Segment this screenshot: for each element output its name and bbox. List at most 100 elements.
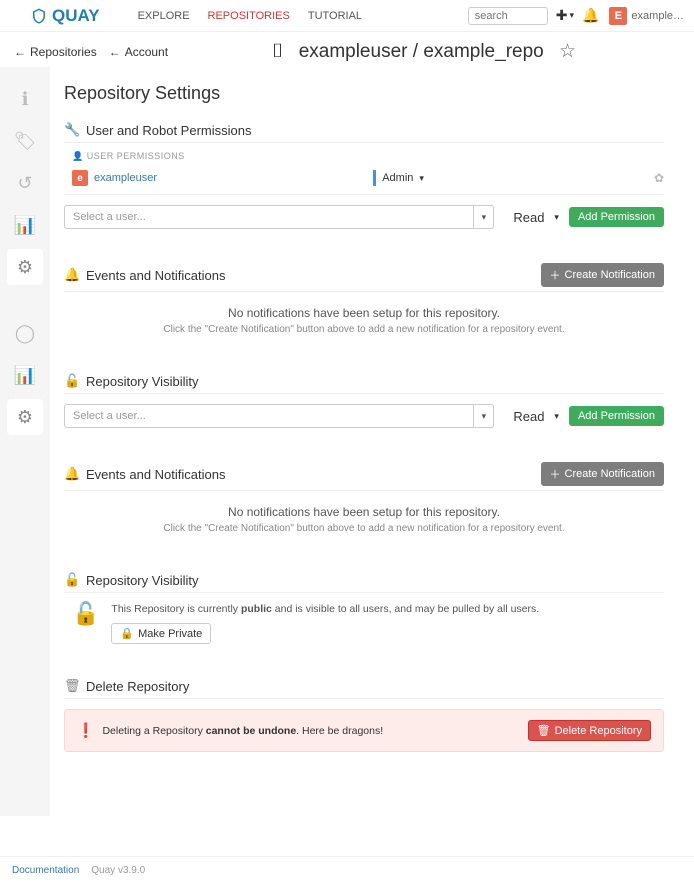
bell-icon: 🔔 — [64, 466, 78, 482]
visibility-section-2: 🔓 Repository Visibility 🔓 This Repositor… — [64, 572, 664, 644]
arrow-left-icon: ← — [14, 45, 26, 59]
lock-open-icon: 🔓 — [64, 373, 78, 389]
brand[interactable]: QUAY — [30, 6, 100, 26]
user-avatar-small: e — [72, 170, 88, 186]
footer: Documentation Quay v3.9.0 — [0, 856, 694, 884]
new-role-dropdown[interactable]: Read ▾ — [504, 408, 559, 424]
events-section: 🔔 Events and Notifications ＋ Create Noti… — [64, 263, 664, 339]
quay-logo-icon — [30, 7, 48, 25]
repo-name-link[interactable]: example_repo — [423, 41, 543, 62]
make-private-label: Make Private — [138, 628, 202, 640]
footer-version: Quay v3.9.0 — [91, 865, 145, 876]
select-user-input[interactable]: Select a user... — [64, 404, 474, 428]
sidebar-settings-icon[interactable]: ⚙ — [7, 249, 43, 285]
permission-row: e exampleuser Admin ▾ ✿ — [64, 166, 664, 195]
user-avatar[interactable]: E — [609, 7, 627, 25]
chevron-down-icon: ▾ — [554, 212, 559, 223]
chevron-down-icon: ▾ — [419, 173, 424, 184]
create-notification-label: Create Notification — [565, 269, 656, 281]
plus-icon: ＋ — [550, 267, 561, 283]
permissions-heading: User and Robot Permissions — [86, 123, 251, 138]
back-repositories-label: Repositories — [30, 45, 97, 59]
nav-repositories[interactable]: REPOSITORIES — [208, 10, 290, 22]
star-icon[interactable]: ☆ — [559, 41, 576, 62]
select-user-input[interactable]: Select a user... — [64, 205, 474, 229]
visibility-text: This Repository is currently public and … — [111, 603, 539, 615]
permission-user[interactable]: e exampleuser — [72, 170, 157, 186]
repo-owner-link[interactable]: exampleuser — [299, 41, 408, 62]
select-user-caret[interactable]: ▾ — [474, 404, 494, 428]
visibility-heading: Repository Visibility — [86, 374, 198, 389]
footer-documentation[interactable]: Documentation — [12, 865, 79, 876]
make-private-button[interactable]: 🔒 Make Private — [111, 623, 211, 644]
layout: ℹ 🏷 ↺ 📊 ⚙ ◯ 📊 ⚙ Repository Settings 🔧 Us… — [0, 67, 694, 816]
empty-subtitle: Click the "Create Notification" button a… — [64, 523, 664, 534]
add-permission-button[interactable]: Add Permission — [569, 207, 664, 227]
visibility-heading: Repository Visibility — [86, 573, 198, 588]
user-permissions-label: 👤USER PERMISSIONS — [64, 143, 664, 166]
new-role-value: Read — [513, 409, 544, 424]
back-account[interactable]: ← Account — [109, 45, 168, 59]
delete-repository-button[interactable]: 🗑 Delete Repository — [528, 720, 651, 741]
delete-section: 🗑 Delete Repository ❗ Deleting a Reposit… — [64, 678, 664, 752]
create-icon[interactable]: ✚ — [556, 7, 568, 24]
back-account-label: Account — [125, 45, 168, 59]
visibility-add-row: Select a user... ▾ Read ▾ Add Permission — [64, 394, 664, 428]
empty-title: No notifications have been setup for thi… — [64, 306, 664, 320]
user-menu[interactable]: example… — [631, 10, 684, 22]
back-repositories[interactable]: ← Repositories — [14, 45, 97, 59]
repo-title: ⌷ exampleuser / example_repo ☆ — [168, 40, 680, 63]
lock-icon: 🔒 — [120, 627, 134, 640]
delete-heading: Delete Repository — [86, 679, 189, 694]
notifications-empty: No notifications have been setup for thi… — [64, 292, 664, 339]
warning-icon: ❗ — [77, 722, 94, 739]
sidebar-builds-icon[interactable]: ◯ — [7, 315, 43, 351]
events-heading: Events and Notifications — [86, 268, 225, 283]
sidebar-settings2-icon[interactable]: ⚙ — [7, 399, 43, 435]
delete-permission-icon[interactable]: ✿ — [654, 171, 664, 185]
delete-warning: ❗ Deleting a Repository cannot be undone… — [64, 709, 664, 752]
sidebar-info-icon[interactable]: ℹ — [7, 81, 43, 117]
permission-user-link[interactable]: exampleuser — [94, 172, 157, 184]
new-role-value: Read — [513, 210, 544, 225]
sidebar-tags-icon[interactable]: 🏷 — [7, 123, 43, 159]
add-permission-button[interactable]: Add Permission — [569, 406, 664, 426]
lock-open-icon: 🔓 — [64, 572, 78, 588]
sidebar-usage-icon[interactable]: 📊 — [7, 207, 43, 243]
delete-repository-label: Delete Repository — [555, 725, 642, 737]
unlock-icon: 🔓 — [72, 601, 99, 627]
nav-links: EXPLORE REPOSITORIES TUTORIAL — [138, 10, 363, 22]
create-notification-label: Create Notification — [565, 468, 656, 480]
sidebar-history-icon[interactable]: ↺ — [7, 165, 43, 201]
nav-tutorial[interactable]: TUTORIAL — [308, 10, 362, 22]
main-content: Repository Settings 🔧 User and Robot Per… — [50, 67, 694, 816]
select-user-caret[interactable]: ▾ — [474, 205, 494, 229]
notifications-icon[interactable]: 🔔 — [582, 7, 599, 24]
key-icon: 🔧 — [64, 122, 78, 138]
plus-icon: ＋ — [550, 466, 561, 482]
chevron-down-icon: ▾ — [554, 411, 559, 422]
role-dropdown[interactable]: Admin ▾ — [373, 170, 424, 186]
sidebar: ℹ 🏷 ↺ 📊 ⚙ ◯ 📊 ⚙ — [0, 67, 50, 816]
create-notification-button[interactable]: ＋ Create Notification — [541, 263, 665, 287]
delete-warning-text: Deleting a Repository cannot be undone. … — [102, 725, 527, 737]
breadcrumb-bar: ← Repositories ← Account ⌷ exampleuser /… — [0, 32, 694, 67]
role-value: Admin — [382, 172, 413, 184]
visibility-section-1: 🔓 Repository Visibility Select a user...… — [64, 373, 664, 428]
permissions-section: 🔧 User and Robot Permissions 👤USER PERMI… — [64, 122, 664, 229]
create-caret-icon[interactable]: ▾ — [569, 10, 574, 21]
trash-icon: 🗑 — [64, 678, 78, 694]
search-input[interactable] — [468, 7, 548, 25]
bell-icon: 🔔 — [64, 267, 78, 283]
nav-explore[interactable]: EXPLORE — [138, 10, 190, 22]
new-role-dropdown[interactable]: Read ▾ — [504, 209, 559, 225]
repo-icon: ⌷ — [272, 41, 283, 62]
user-icon: 👤 — [72, 151, 84, 161]
empty-title: No notifications have been setup for thi… — [64, 505, 664, 519]
top-nav: QUAY EXPLORE REPOSITORIES TUTORIAL ✚ ▾ 🔔… — [0, 0, 694, 32]
events-section-2: 🔔 Events and Notifications ＋ Create Noti… — [64, 462, 664, 538]
page-title: Repository Settings — [64, 83, 664, 104]
sidebar-usage2-icon[interactable]: 📊 — [7, 357, 43, 393]
brand-text: QUAY — [52, 6, 100, 26]
create-notification-button[interactable]: ＋ Create Notification — [541, 462, 665, 486]
